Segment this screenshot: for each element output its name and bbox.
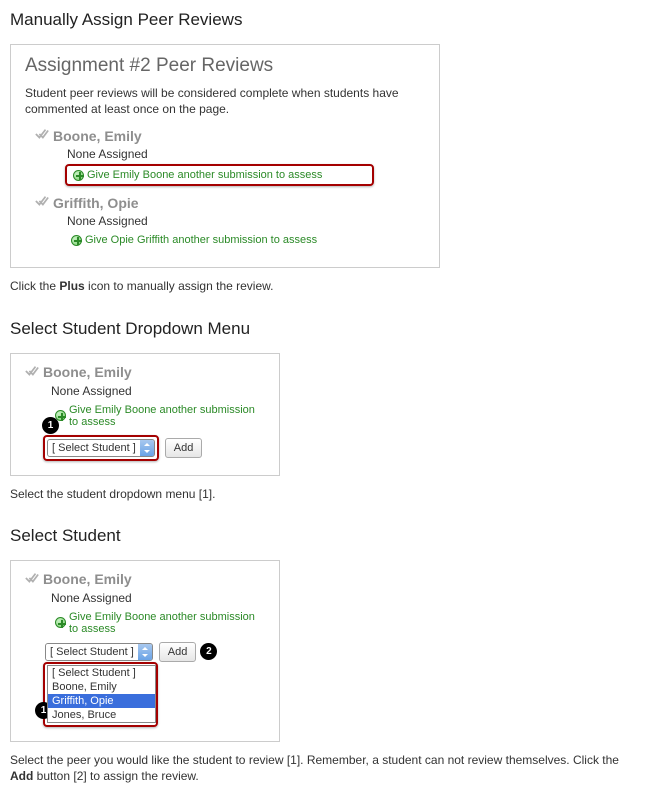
student-name: Boone, Emily xyxy=(25,571,265,588)
select-value: [ Select Student ] xyxy=(48,440,140,456)
chevron-updown-icon xyxy=(138,644,152,660)
panel-description: Student peer reviews will be considered … xyxy=(25,85,425,117)
student-dropdown-list[interactable]: [ Select Student ] Boone, Emily Griffith… xyxy=(47,665,156,723)
none-assigned: None Assigned xyxy=(67,147,425,161)
give-submission-link[interactable]: Give Emily Boone another submission to a… xyxy=(65,164,374,186)
student-select[interactable]: [ Select Student ] xyxy=(45,643,153,661)
checkmark-icon xyxy=(35,194,49,211)
dropdown-option[interactable]: Jones, Bruce xyxy=(48,708,155,722)
give-submission-text: Give Emily Boone another submission to a… xyxy=(69,611,259,635)
caption-manual: Click the Plus icon to manually assign t… xyxy=(10,278,640,294)
none-assigned: None Assigned xyxy=(51,591,265,605)
checkmark-icon xyxy=(25,571,39,588)
student-name: Griffith, Opie xyxy=(35,194,425,211)
dropdown-highlight-box: 1 [ Select Student ] Boone, Emily Griffi… xyxy=(43,662,158,727)
student-select[interactable]: [ Select Student ] xyxy=(47,439,155,457)
select-highlight-box: [ Select Student ] xyxy=(43,435,159,461)
select-row: 1 [ Select Student ] Add xyxy=(43,435,265,461)
add-button[interactable]: Add xyxy=(165,438,203,458)
checkmark-icon xyxy=(35,127,49,144)
add-button[interactable]: Add xyxy=(159,642,197,662)
panel-select-student: Boone, Emily None Assigned Give Emily Bo… xyxy=(10,560,280,742)
checkmark-icon xyxy=(25,364,39,381)
student-block: Griffith, Opie None Assigned Give Opie G… xyxy=(35,194,425,249)
plus-icon xyxy=(73,170,84,181)
student-name: Boone, Emily xyxy=(25,364,265,381)
select-value: [ Select Student ] xyxy=(46,644,138,660)
student-name-text: Griffith, Opie xyxy=(53,195,139,211)
step-badge-1: 1 xyxy=(42,417,59,434)
give-submission-text: Give Opie Griffith another submission to… xyxy=(85,234,317,246)
give-submission-link[interactable]: Give Emily Boone another submission to a… xyxy=(49,608,265,638)
student-name-text: Boone, Emily xyxy=(43,571,132,587)
select-row: [ Select Student ] Add 2 xyxy=(45,642,265,662)
give-submission-text: Give Emily Boone another submission to a… xyxy=(69,404,259,428)
none-assigned: None Assigned xyxy=(67,214,425,228)
caption-dropdown: Select the student dropdown menu [1]. xyxy=(10,486,640,502)
chevron-updown-icon xyxy=(140,440,154,456)
dropdown-option-selected[interactable]: Griffith, Opie xyxy=(48,694,155,708)
student-name: Boone, Emily xyxy=(35,127,425,144)
give-submission-link[interactable]: Give Emily Boone another submission to a… xyxy=(49,401,265,431)
section-title-dropdown: Select Student Dropdown Menu xyxy=(10,319,640,339)
give-submission-text: Give Emily Boone another submission to a… xyxy=(87,169,322,181)
student-block: Boone, Emily None Assigned Give Emily Bo… xyxy=(35,127,425,186)
dropdown-option[interactable]: [ Select Student ] xyxy=(48,666,155,680)
give-submission-link[interactable]: Give Opie Griffith another submission to… xyxy=(65,231,323,249)
step-badge-2: 2 xyxy=(200,643,217,660)
section-title-select-student: Select Student xyxy=(10,526,640,546)
section-title-manual: Manually Assign Peer Reviews xyxy=(10,10,640,30)
panel-manual: Assignment #2 Peer Reviews Student peer … xyxy=(10,44,440,268)
plus-icon xyxy=(71,235,82,246)
caption-select-student: Select the peer you would like the stude… xyxy=(10,752,640,784)
panel-dropdown: Boone, Emily None Assigned Give Emily Bo… xyxy=(10,353,280,476)
plus-icon xyxy=(55,617,66,628)
panel-title: Assignment #2 Peer Reviews xyxy=(25,55,425,77)
student-name-text: Boone, Emily xyxy=(43,364,132,380)
dropdown-option[interactable]: Boone, Emily xyxy=(48,680,155,694)
student-name-text: Boone, Emily xyxy=(53,128,142,144)
none-assigned: None Assigned xyxy=(51,384,265,398)
